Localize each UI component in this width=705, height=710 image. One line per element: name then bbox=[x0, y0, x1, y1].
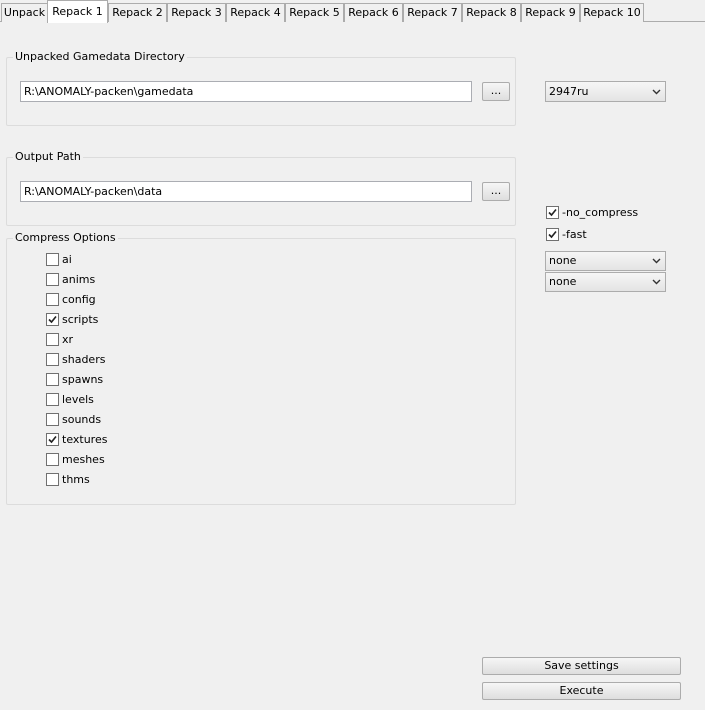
fast-checkbox[interactable] bbox=[546, 227, 559, 241]
no-compress-checkbox[interactable] bbox=[546, 205, 559, 219]
scripts-label: scripts bbox=[62, 312, 99, 326]
xr-label: xr bbox=[62, 332, 74, 346]
compress-options-title: Compress Options bbox=[13, 231, 118, 245]
tab-repack-4[interactable]: Repack 4 bbox=[226, 3, 285, 22]
tab-repack-3[interactable]: Repack 3 bbox=[167, 3, 226, 22]
config-label: config bbox=[62, 292, 96, 306]
unpacked-gamedata-title: Unpacked Gamedata Directory bbox=[13, 50, 187, 64]
version-select-value: 2947ru bbox=[549, 85, 589, 98]
compress-option-sounds[interactable]: sounds bbox=[46, 411, 101, 427]
shaders-label: shaders bbox=[62, 352, 106, 366]
meshes-checkbox[interactable] bbox=[46, 452, 59, 466]
flag-fast[interactable]: -fast bbox=[546, 226, 587, 242]
sounds-checkbox[interactable] bbox=[46, 412, 59, 426]
tab-repack-6[interactable]: Repack 6 bbox=[344, 3, 403, 22]
anims-label: anims bbox=[62, 272, 96, 286]
compress-option-meshes[interactable]: meshes bbox=[46, 451, 105, 467]
compress-option-xr[interactable]: xr bbox=[46, 331, 73, 347]
textures-checkbox[interactable] bbox=[46, 432, 59, 446]
compress-option-textures[interactable]: textures bbox=[46, 431, 107, 447]
compress-options-group: Compress Options ai anims config scripts xr s… bbox=[6, 231, 516, 505]
compress-option-spawns[interactable]: spawns bbox=[46, 371, 103, 387]
ai-label: ai bbox=[62, 252, 72, 266]
option-select-2-value: none bbox=[549, 275, 577, 288]
tab-strip: Unpack Repack 1 Repack 2 Repack 3 Repack… bbox=[0, 0, 705, 23]
flag-no-compress[interactable]: -no_compress bbox=[546, 204, 638, 220]
fast-label: -fast bbox=[562, 227, 587, 241]
option-select-1[interactable]: none bbox=[545, 251, 666, 271]
output-path-input[interactable]: R:\ANOMALY-packen\data bbox=[20, 181, 472, 202]
levels-label: levels bbox=[62, 392, 94, 406]
output-path-title: Output Path bbox=[13, 150, 83, 164]
compress-option-levels[interactable]: levels bbox=[46, 391, 94, 407]
tab-repack-10[interactable]: Repack 10 bbox=[580, 3, 644, 22]
unpacked-gamedata-path-input[interactable]: R:\ANOMALY-packen\gamedata bbox=[20, 81, 472, 102]
version-select[interactable]: 2947ru bbox=[545, 81, 666, 102]
output-browse-button[interactable]: ... bbox=[482, 182, 510, 201]
xr-checkbox[interactable] bbox=[46, 332, 59, 346]
levels-checkbox[interactable] bbox=[46, 392, 59, 406]
compress-option-scripts[interactable]: scripts bbox=[46, 311, 98, 327]
shaders-checkbox[interactable] bbox=[46, 352, 59, 366]
anims-checkbox[interactable] bbox=[46, 272, 59, 286]
tab-repack-9[interactable]: Repack 9 bbox=[521, 3, 580, 22]
compress-option-anims[interactable]: anims bbox=[46, 271, 95, 287]
ai-checkbox[interactable] bbox=[46, 252, 59, 266]
sounds-label: sounds bbox=[62, 412, 102, 426]
unpacked-browse-button[interactable]: ... bbox=[482, 82, 510, 101]
thms-checkbox[interactable] bbox=[46, 472, 59, 486]
no-compress-label: -no_compress bbox=[562, 205, 639, 219]
config-checkbox[interactable] bbox=[46, 292, 59, 306]
unpacked-gamedata-group: Unpacked Gamedata Directory R:\ANOMALY-p… bbox=[6, 50, 516, 126]
scripts-checkbox[interactable] bbox=[46, 312, 59, 326]
spawns-label: spawns bbox=[62, 372, 104, 386]
save-settings-button[interactable]: Save settings bbox=[482, 657, 681, 675]
option-select-1-value: none bbox=[549, 254, 577, 267]
spawns-checkbox[interactable] bbox=[46, 372, 59, 386]
option-select-2[interactable]: none bbox=[545, 272, 666, 292]
compress-option-ai[interactable]: ai bbox=[46, 251, 72, 267]
meshes-label: meshes bbox=[62, 452, 105, 466]
tab-repack-1[interactable]: Repack 1 bbox=[47, 0, 108, 23]
thms-label: thms bbox=[62, 472, 90, 486]
compress-option-config[interactable]: config bbox=[46, 291, 96, 307]
chevron-down-icon bbox=[650, 252, 662, 270]
tab-repack-8[interactable]: Repack 8 bbox=[462, 3, 521, 22]
tab-unpack[interactable]: Unpack bbox=[1, 3, 48, 22]
textures-label: textures bbox=[62, 432, 108, 446]
chevron-down-icon bbox=[650, 82, 662, 101]
tab-repack-5[interactable]: Repack 5 bbox=[285, 3, 344, 22]
tab-repack-2[interactable]: Repack 2 bbox=[108, 3, 167, 22]
execute-button[interactable]: Execute bbox=[482, 682, 681, 700]
chevron-down-icon bbox=[650, 273, 662, 291]
tab-repack-7[interactable]: Repack 7 bbox=[403, 3, 462, 22]
output-path-group: Output Path R:\ANOMALY-packen\data ... bbox=[6, 150, 516, 226]
compress-option-shaders[interactable]: shaders bbox=[46, 351, 105, 367]
compress-option-thms[interactable]: thms bbox=[46, 471, 90, 487]
tab-content-repack-1: Unpacked Gamedata Directory R:\ANOMALY-p… bbox=[0, 22, 705, 710]
